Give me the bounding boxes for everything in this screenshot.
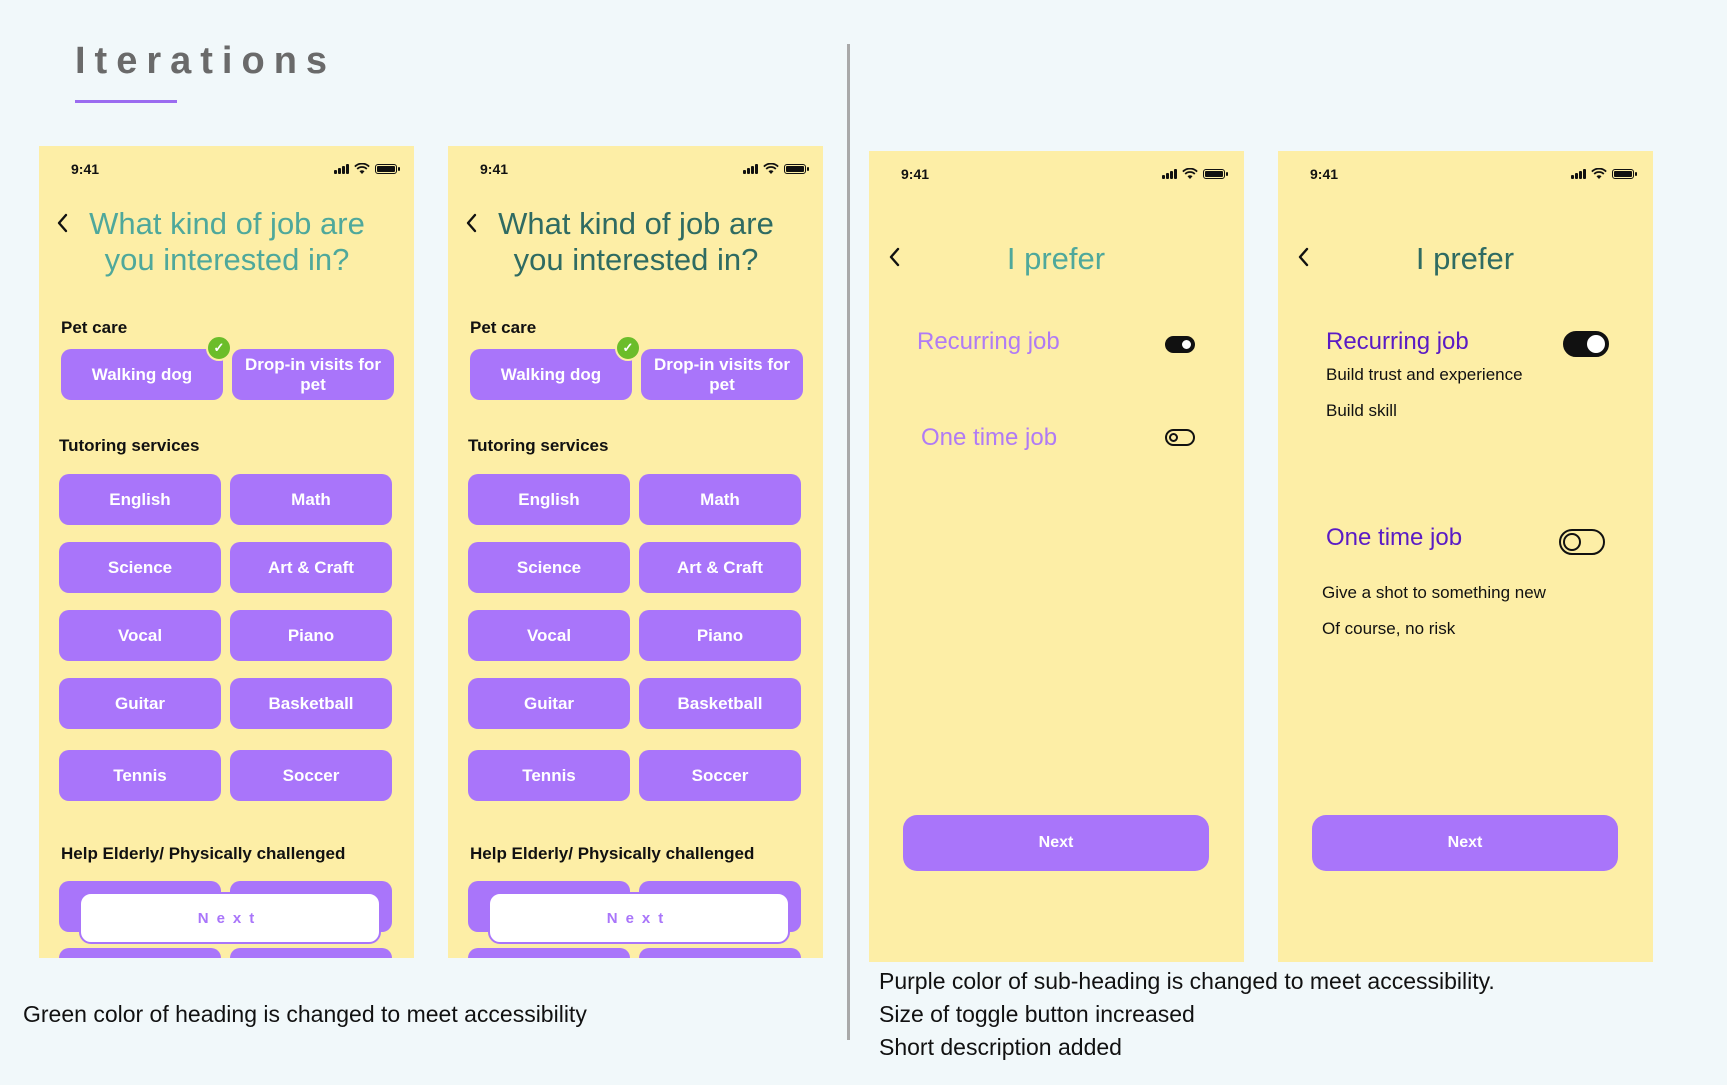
- one-time-knob: [1169, 433, 1178, 442]
- status-icons: [334, 162, 400, 174]
- chip-elderly-4[interactable]: [639, 948, 801, 958]
- one-time-desc-1: Give a shot to something new: [1322, 583, 1546, 602]
- recurring-job-label: Recurring job: [1326, 328, 1469, 355]
- recurring-toggle[interactable]: [1165, 336, 1195, 353]
- one-time-job-label: One time job: [1326, 524, 1463, 551]
- one-time-job-label: One time job: [921, 424, 1058, 451]
- section-elderly: Help Elderly/ Physically challenged: [470, 844, 755, 863]
- heading-line-1: What kind of job are: [498, 206, 774, 241]
- section-pet-care: Pet care: [61, 318, 128, 337]
- chip-tutoring-5[interactable]: Vocal: [468, 610, 630, 661]
- status-time: 9:41: [1310, 166, 1339, 182]
- chip-tutoring-7[interactable]: Guitar: [59, 678, 221, 729]
- section-pet-care: Pet care: [470, 318, 537, 337]
- prefer-heading: I prefer: [1415, 241, 1515, 276]
- chip-tutoring-4[interactable]: Art & Craft: [639, 542, 801, 593]
- checkmark-icon: ✓: [615, 335, 641, 361]
- wifi-icon: [1182, 167, 1198, 179]
- one-time-toggle[interactable]: [1559, 529, 1605, 555]
- chip-elderly-3[interactable]: [59, 948, 221, 958]
- chip-tutoring-6[interactable]: Piano: [639, 610, 801, 661]
- chip-tutoring-8[interactable]: Basketball: [230, 678, 392, 729]
- chip-elderly-4[interactable]: [230, 948, 392, 958]
- recurring-toggle[interactable]: [1563, 331, 1609, 357]
- next-button[interactable]: Next: [903, 815, 1209, 871]
- next-button[interactable]: Next: [488, 892, 790, 944]
- left-note: Green color of heading is changed to mee…: [23, 1001, 587, 1027]
- one-time-desc-2: Of course, no risk: [1322, 619, 1456, 638]
- status-time: 9:41: [71, 161, 100, 177]
- chip-pet-2[interactable]: Drop-in visits for pet: [641, 349, 803, 400]
- heading-line-2: you interested in?: [104, 242, 350, 277]
- question-heading: What kind of job are you interested in?: [67, 206, 387, 278]
- chip-tutoring-2[interactable]: Math: [230, 474, 392, 525]
- recurring-knob: [1587, 335, 1605, 353]
- page-title: Iterations: [75, 40, 337, 82]
- section-tutoring: Tutoring services: [468, 436, 609, 455]
- recurring-desc-1: Build trust and experience: [1326, 365, 1523, 384]
- chip-tutoring-9[interactable]: Tennis: [468, 750, 630, 801]
- chip-tutoring-10[interactable]: Soccer: [230, 750, 392, 801]
- section-divider: [847, 44, 850, 1040]
- status-icons: [743, 162, 809, 174]
- chip-tutoring-10[interactable]: Soccer: [639, 750, 801, 801]
- chip-tutoring-7[interactable]: Guitar: [468, 678, 630, 729]
- next-button[interactable]: Next: [1312, 815, 1618, 871]
- one-time-knob: [1563, 533, 1581, 551]
- cellular-signal-icon: [743, 164, 758, 174]
- right-note-2: Size of toggle button increased: [879, 1001, 1195, 1027]
- wifi-icon: [763, 162, 779, 174]
- battery-icon: [1612, 169, 1637, 179]
- cellular-signal-icon: [334, 164, 349, 174]
- checkmark-icon: ✓: [206, 335, 232, 361]
- battery-icon: [375, 164, 400, 174]
- chip-tutoring-3[interactable]: Science: [59, 542, 221, 593]
- battery-icon: [784, 164, 809, 174]
- chip-tutoring-9[interactable]: Tennis: [59, 750, 221, 801]
- wifi-icon: [1591, 167, 1607, 179]
- chip-tutoring-1[interactable]: English: [59, 474, 221, 525]
- chip-tutoring-8[interactable]: Basketball: [639, 678, 801, 729]
- status-icons: [1162, 167, 1228, 179]
- question-heading: What kind of job are you interested in?: [476, 206, 796, 278]
- chip-tutoring-6[interactable]: Piano: [230, 610, 392, 661]
- phone-pref-before: 9:41 I prefer Recurring job One time job Nex…: [869, 151, 1244, 962]
- status-icons: [1571, 167, 1637, 179]
- chip-tutoring-3[interactable]: Science: [468, 542, 630, 593]
- phone-pref-after: 9:41 I prefer Recurring job Build trust and…: [1278, 151, 1653, 962]
- chip-pet-1[interactable]: Walking dog: [470, 349, 632, 400]
- right-note-3: Short description added: [879, 1034, 1122, 1060]
- right-note-1: Purple color of sub-heading is changed t…: [879, 968, 1495, 994]
- prefer-heading: I prefer: [1006, 241, 1106, 276]
- chip-pet-1[interactable]: Walking dog: [61, 349, 223, 400]
- recurring-job-label: Recurring job: [917, 328, 1060, 355]
- recurring-desc-2: Build skill: [1326, 401, 1397, 420]
- battery-icon: [1203, 169, 1228, 179]
- heading-line-1: What kind of job are: [89, 206, 365, 241]
- wifi-icon: [354, 162, 370, 174]
- section-elderly: Help Elderly/ Physically challenged: [61, 844, 346, 863]
- chip-tutoring-4[interactable]: Art & Craft: [230, 542, 392, 593]
- heading-line-2: you interested in?: [513, 242, 759, 277]
- chip-elderly-3[interactable]: [468, 948, 630, 958]
- phone-job-before: 9:41 What kind of job are you interested i…: [39, 146, 414, 958]
- title-underline: [75, 100, 177, 103]
- chip-tutoring-1[interactable]: English: [468, 474, 630, 525]
- chip-tutoring-2[interactable]: Math: [639, 474, 801, 525]
- chip-pet-2[interactable]: Drop-in visits for pet: [232, 349, 394, 400]
- cellular-signal-icon: [1571, 169, 1586, 179]
- section-tutoring: Tutoring services: [59, 436, 200, 455]
- status-time: 9:41: [901, 166, 930, 182]
- recurring-knob: [1182, 340, 1191, 349]
- phone-job-after: 9:41 What kind of job are you interested i…: [448, 146, 823, 958]
- status-time: 9:41: [480, 161, 509, 177]
- one-time-toggle[interactable]: [1165, 429, 1195, 446]
- cellular-signal-icon: [1162, 169, 1177, 179]
- next-button[interactable]: Next: [79, 892, 381, 944]
- chip-tutoring-5[interactable]: Vocal: [59, 610, 221, 661]
